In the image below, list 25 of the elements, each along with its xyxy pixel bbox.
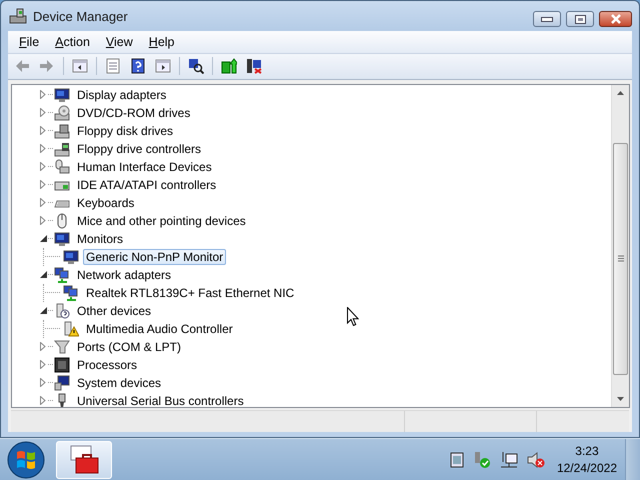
menu-item[interactable]: Help [140,34,183,49]
tree-item[interactable]: Monitors [74,230,126,247]
tree-item[interactable]: DVD/CD-ROM drives [74,104,194,121]
tree-item[interactable]: Ports (COM & LPT) [74,338,184,355]
menu-item[interactable]: Action [47,34,98,49]
menu-item[interactable]: File [11,34,48,49]
tree-item[interactable]: Multimedia Audio Controller [83,320,236,337]
window-title: Device Manager [33,8,128,24]
tree-item[interactable]: Other devices [74,302,154,319]
tree-item[interactable]: Mice and other pointing devices [74,212,249,229]
tree-item[interactable]: Keyboards [74,194,138,211]
tree-item[interactable]: Network adapters [74,266,174,283]
menu-item[interactable]: View [98,34,141,49]
tree-item[interactable]: Generic Non-PnP Monitor [83,248,226,265]
tree-item[interactable]: Floppy disk drives [74,122,176,139]
tree-item[interactable]: Universal Serial Bus controllers [74,392,247,408]
tree-item[interactable]: Realtek RTL8139C+ Fast Ethernet NIC [83,284,298,301]
tree-item[interactable]: System devices [74,374,164,391]
tree-item[interactable]: Human Interface Devices [74,158,215,175]
tree-item[interactable]: Floppy drive controllers [74,140,204,157]
clock-time[interactable]: 3:23 [575,442,599,460]
clock-date[interactable]: 12/24/2022 [556,460,617,476]
tree-item[interactable]: Display adapters [74,86,170,103]
tree-item[interactable]: Processors [74,356,140,373]
tree-item[interactable]: IDE ATA/ATAPI controllers [74,176,220,193]
